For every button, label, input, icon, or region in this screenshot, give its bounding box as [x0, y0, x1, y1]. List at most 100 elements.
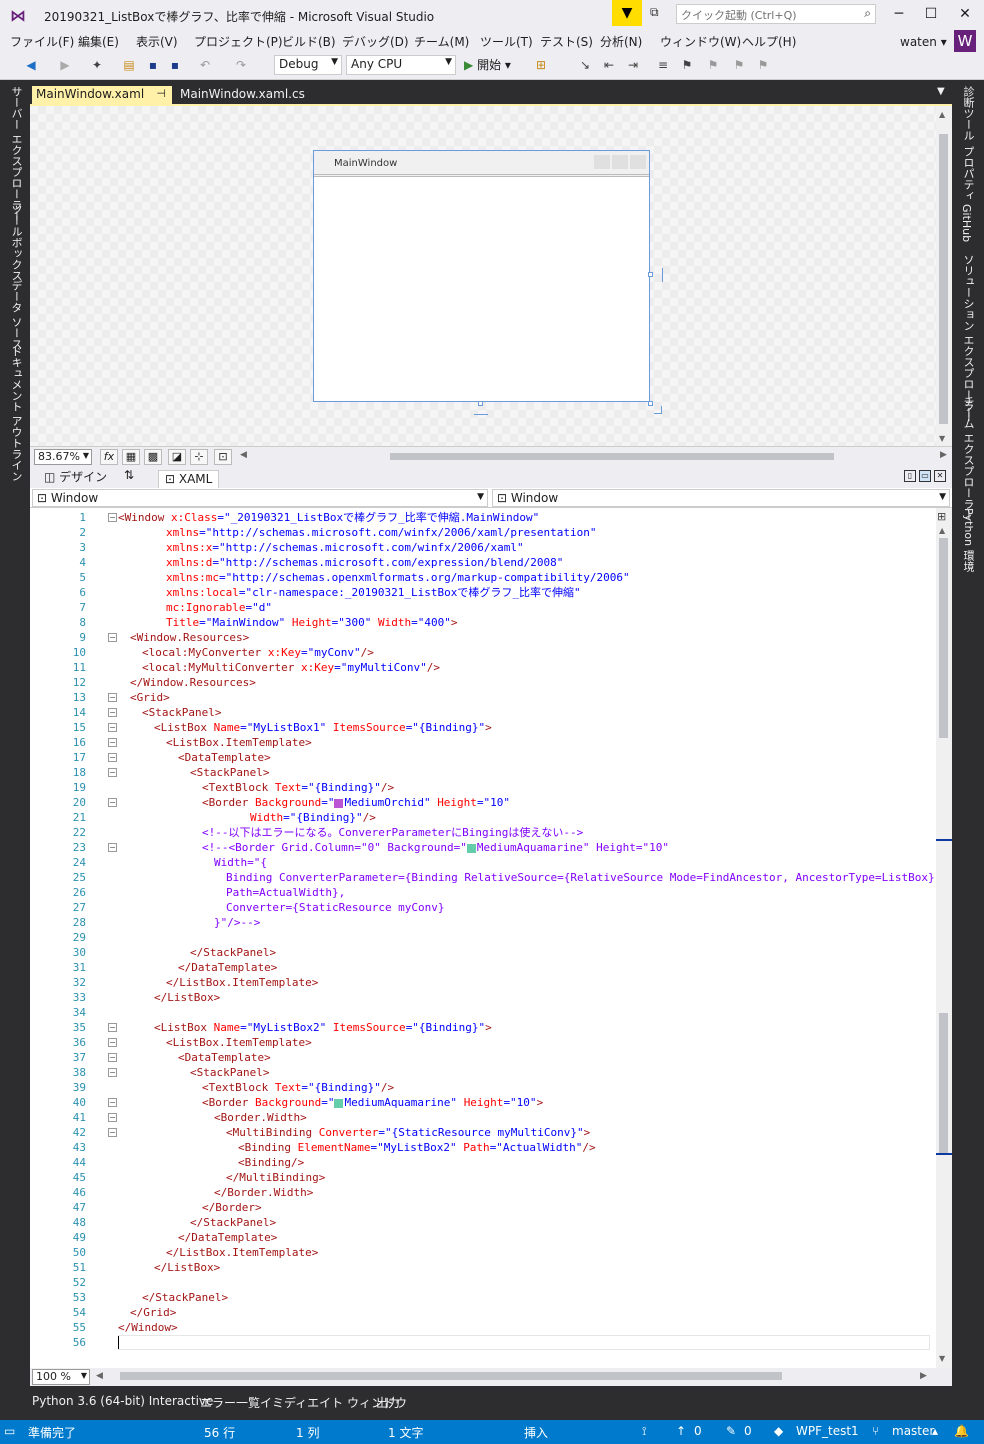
tab-python-interactive[interactable]: Python 3.6 (64-bit) Interactive — [32, 1394, 213, 1408]
editor-horizontal-scroll-thumb[interactable] — [120, 1372, 782, 1380]
open-file-icon[interactable]: ▤ — [120, 56, 138, 74]
github-tab[interactable]: GitHub — [960, 204, 973, 242]
properties-tab[interactable]: プロパティ — [960, 146, 976, 201]
menu-file[interactable]: ファイル(F) — [10, 33, 74, 50]
collapse-icon[interactable]: − — [108, 1098, 117, 1107]
diagnostic-tools-tab[interactable]: 診断ツール — [960, 86, 976, 141]
scroll-left-icon[interactable]: ◀ — [96, 1371, 103, 1381]
collapse-icon[interactable]: − — [108, 798, 117, 807]
scroll-down-icon[interactable]: ▼ — [939, 1354, 945, 1363]
menu-analyze[interactable]: 分析(N) — [600, 33, 642, 50]
tab-overflow-icon[interactable]: ▼ — [937, 86, 945, 97]
collapse-pane-icon[interactable]: ✕ — [934, 470, 946, 482]
menu-window[interactable]: ウィンドウ(W) — [660, 33, 741, 50]
status-commits-up[interactable]: 0 — [694, 1424, 702, 1438]
editor-zoom-select[interactable]: 100 % ▼ — [32, 1369, 90, 1385]
effects-icon[interactable]: fx — [100, 449, 118, 465]
status-branch[interactable]: master — [892, 1424, 934, 1438]
scroll-up-icon[interactable]: ▲ — [939, 110, 945, 119]
team-explorer-tab[interactable]: チーム エクスプローラー — [960, 396, 976, 521]
collapse-icon[interactable]: − — [108, 1053, 117, 1062]
project-code-icon[interactable]: ⊡ — [214, 449, 232, 465]
start-debug-button[interactable]: ▶ 開始 ▾ — [464, 56, 511, 73]
collapse-icon[interactable]: − — [108, 1113, 117, 1122]
scroll-up-icon[interactable]: ▲ — [939, 526, 945, 535]
tab-error-list[interactable]: エラー一覧 — [200, 1394, 260, 1411]
tab-mainwindow-xaml-cs[interactable]: MainWindow.xaml.cs — [176, 86, 309, 104]
notification-icon[interactable]: 🔔 — [954, 1424, 969, 1438]
scroll-down-icon[interactable]: ▼ — [939, 434, 945, 443]
collapse-icon[interactable]: − — [108, 738, 117, 747]
comment-icon[interactable]: ≡ — [654, 56, 672, 74]
collapse-icon[interactable]: − — [108, 843, 117, 852]
menu-test[interactable]: テスト(S) — [540, 33, 593, 50]
new-project-icon[interactable]: ✦ — [88, 56, 106, 74]
resize-handle-corner[interactable] — [648, 401, 653, 406]
horizontal-split-icon[interactable]: ▭ — [919, 470, 931, 482]
maximize-button[interactable]: ☐ — [916, 2, 946, 26]
artboard-icon[interactable]: ◪ — [168, 449, 186, 465]
scroll-left-icon[interactable]: ◀ — [240, 450, 247, 460]
collapse-icon[interactable]: − — [108, 753, 117, 762]
prev-bookmark-icon[interactable]: ⚑ — [704, 56, 722, 74]
menu-project[interactable]: プロジェクト(P) — [194, 33, 283, 50]
element-type-dropdown[interactable]: ⊡ Window ▼ — [32, 489, 488, 507]
collapse-icon[interactable]: − — [108, 723, 117, 732]
resize-handle-right[interactable] — [648, 272, 653, 277]
indent-icon[interactable]: ⇥ — [624, 56, 642, 74]
collapse-icon[interactable]: − — [108, 1128, 117, 1137]
scroll-thumb[interactable] — [390, 453, 834, 460]
status-repository[interactable]: WPF_test1 — [796, 1424, 859, 1438]
feedback-icon[interactable]: ⧉ — [650, 5, 670, 23]
user-name[interactable]: waten ▾ — [900, 35, 947, 49]
redo-icon[interactable]: ↷ — [232, 56, 250, 74]
configuration-select[interactable]: Debug ▼ — [274, 55, 342, 75]
code-area[interactable]: − <Window x:Class="_20190321_ListBoxで棒グラフ… — [30, 508, 941, 1368]
collapse-icon[interactable]: − — [108, 768, 117, 777]
scroll-right-icon[interactable]: ▶ — [920, 1371, 927, 1381]
browser-link-icon[interactable]: ⊞ — [532, 56, 550, 74]
scroll-thumb-secondary[interactable] — [939, 1013, 948, 1155]
snap-lines-icon[interactable]: ⊹ — [190, 449, 208, 465]
data-sources-tab[interactable]: データ ソース — [8, 280, 24, 350]
grid-icon[interactable]: ▦ — [122, 449, 140, 465]
platform-select[interactable]: Any CPU ▼ — [346, 55, 456, 75]
split-editor-icon[interactable]: ⊞ — [937, 510, 946, 523]
notification-filter-icon[interactable]: ▼ — [612, 0, 642, 26]
source-control-icon[interactable]: ⟟ — [642, 1424, 646, 1439]
designer-zoom-select[interactable]: 83.67% ▼ — [34, 449, 92, 465]
pin-icon[interactable]: ⊣ — [156, 87, 166, 100]
vertical-split-icon[interactable]: ▯ — [904, 470, 916, 482]
designer-horizontal-scrollbar[interactable] — [270, 450, 940, 462]
save-icon[interactable]: ▪ — [144, 56, 162, 74]
swap-panes-icon[interactable]: ⇅ — [124, 468, 134, 482]
scroll-thumb[interactable] — [939, 538, 948, 738]
menu-team[interactable]: チーム(M) — [414, 33, 469, 50]
collapse-icon[interactable]: − — [108, 513, 117, 522]
python-environments-tab[interactable]: Python 環境 — [960, 508, 976, 572]
tab-mainwindow-xaml[interactable]: MainWindow.xaml ⊣ — [32, 86, 172, 104]
resize-handle-bottom[interactable] — [478, 401, 483, 406]
xaml-tab[interactable]: ⊡ XAML — [158, 470, 220, 488]
undo-icon[interactable]: ↶ — [196, 56, 214, 74]
save-all-icon[interactable]: ▪ — [166, 56, 184, 74]
xaml-code-editor[interactable]: 1 2 3 4 5 6 7 8 9 10 11 12 13 14 15 16 17 18 19 20 21 22 23 24 2… — [30, 508, 941, 1368]
collapse-icon[interactable]: − — [108, 1038, 117, 1047]
scroll-right-icon[interactable]: ▶ — [940, 450, 947, 460]
snap-grid-icon[interactable]: ▩ — [144, 449, 162, 465]
close-button[interactable]: ✕ — [950, 2, 980, 26]
next-bookmark-icon[interactable]: ⚑ — [730, 56, 748, 74]
clear-bookmark-icon[interactable]: ⚑ — [754, 56, 772, 74]
designer-vertical-scrollbar[interactable]: ▲ ▼ — [936, 106, 952, 446]
menu-tools[interactable]: ツール(T) — [480, 33, 533, 50]
step-icon[interactable]: ↘ — [576, 56, 594, 74]
bookmark-icon[interactable]: ⚑ — [678, 56, 696, 74]
toolbox-tab[interactable]: ツールボックス — [8, 204, 24, 281]
design-tab[interactable]: ◫ デザイン — [44, 468, 107, 485]
menu-build[interactable]: ビルド(B) — [282, 33, 336, 50]
tab-output[interactable]: 出力 — [376, 1394, 400, 1411]
editor-vertical-scrollbar[interactable]: ⊞ ▲ ▼ — [936, 508, 952, 1368]
minimize-button[interactable]: ─ — [884, 2, 914, 26]
collapse-icon[interactable]: − — [108, 693, 117, 702]
quick-launch-input[interactable]: クイック起動 (Ctrl+Q) ⌕ — [676, 4, 876, 24]
